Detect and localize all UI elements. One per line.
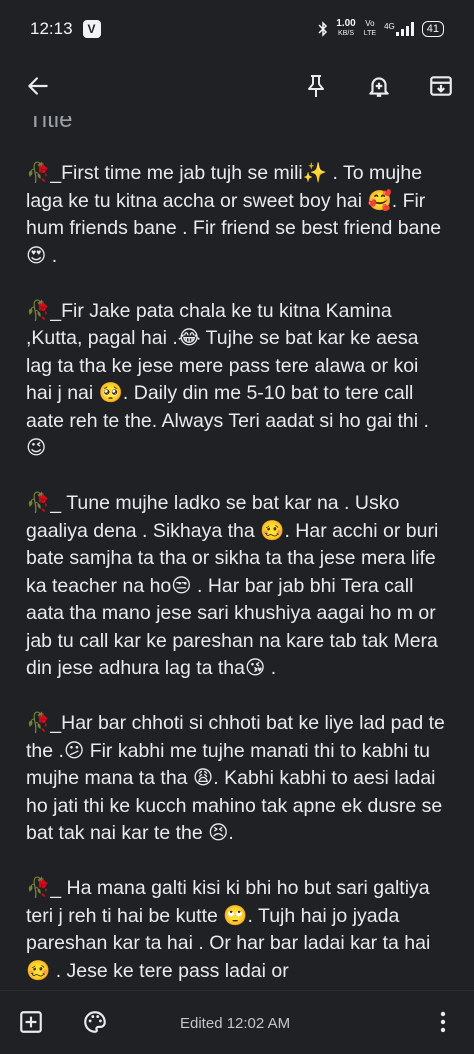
note-paragraph[interactable]: 🥀_ Ha mana galti kisi ki bhi ho but sari…: [26, 875, 448, 985]
battery-level: 41: [426, 23, 439, 35]
note-paragraph[interactable]: 🥀_Har bar chhoti si chhoti bat ke liye l…: [26, 710, 448, 848]
app-badge-icon: V: [82, 20, 101, 38]
add-box-icon[interactable]: [16, 1007, 46, 1037]
edited-timestamp: Edited 12:02 AM: [180, 1015, 291, 1032]
status-time: 12:13: [30, 19, 73, 38]
note-toolbar: [0, 58, 474, 116]
bottom-bar: Edited 12:02 AM: [0, 990, 474, 1054]
net-speed-value: 1.00: [336, 18, 356, 29]
palette-icon[interactable]: [80, 1007, 110, 1037]
note-paragraph[interactable]: 🥀_First time me jab tujh se mili✨ . To m…: [26, 160, 448, 270]
note-title[interactable]: Title: [28, 116, 72, 134]
lte-label: LTE: [363, 30, 377, 37]
pin-icon[interactable]: [300, 70, 332, 102]
back-arrow-icon[interactable]: [22, 70, 54, 102]
status-left: 12:13 V: [30, 19, 101, 39]
status-right: 1.00 KB/S Vo LTE 4G 41: [318, 19, 444, 39]
bluetooth-icon: [318, 21, 328, 37]
battery-icon: 41: [421, 21, 444, 37]
note-paragraph[interactable]: 🥀_ Tune mujhe ladko se bat kar na . Usko…: [26, 490, 448, 683]
net-speed: 1.00 KB/S: [336, 19, 355, 39]
more-vert-icon[interactable]: [428, 1007, 458, 1037]
note-content[interactable]: Title 🥀_First time me jab tujh se mili✨ …: [0, 116, 474, 990]
signal-icon: 4G: [384, 22, 414, 36]
net-speed-unit: KB/S: [338, 30, 354, 37]
status-bar: 12:13 V 1.00 KB/S Vo LTE 4G 41: [0, 0, 474, 58]
volte-badge: Vo LTE: [364, 19, 376, 39]
vo-label: Vo: [365, 19, 375, 28]
archive-icon[interactable]: [425, 70, 457, 102]
note-paragraph[interactable]: 🥀_Fir Jake pata chala ke tu kitna Kamina…: [26, 298, 448, 463]
reminder-bell-icon[interactable]: [363, 70, 395, 102]
note-body[interactable]: 🥀_First time me jab tujh se mili✨ . To m…: [26, 160, 448, 990]
network-type: 4G: [384, 22, 395, 31]
